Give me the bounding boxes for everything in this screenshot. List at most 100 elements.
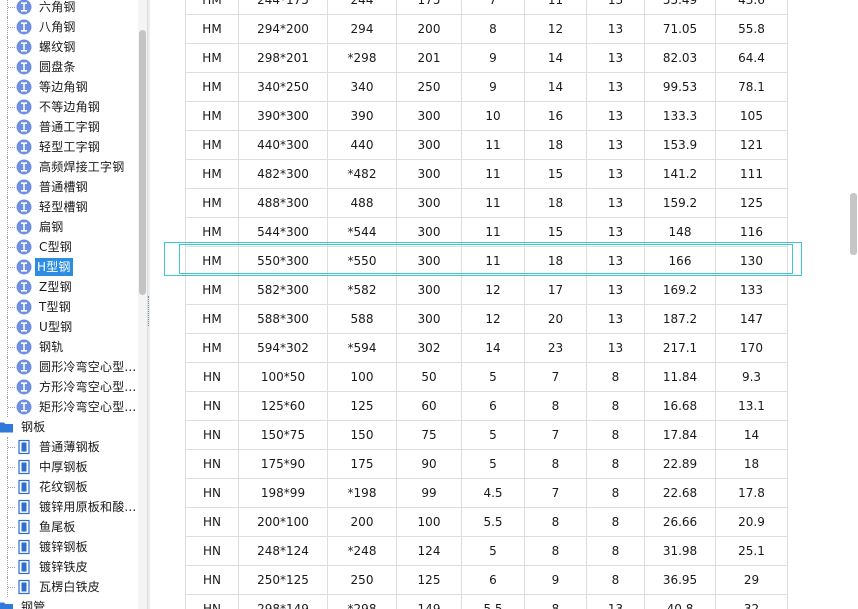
table-cell[interactable]: 175 bbox=[327, 449, 397, 479]
table-cell[interactable]: 55.8 bbox=[715, 14, 788, 44]
table-cell[interactable]: 18 bbox=[524, 130, 587, 160]
table-cell[interactable]: 147 bbox=[715, 304, 788, 334]
table-cell[interactable]: 75 bbox=[396, 420, 462, 450]
table-row[interactable]: HM 582*300 *582 300 12 17 13 169.2 133 bbox=[185, 275, 788, 305]
table-cell[interactable]: 340*250 bbox=[238, 72, 328, 102]
table-cell[interactable]: 13 bbox=[586, 159, 645, 189]
table-cell[interactable]: 8 bbox=[524, 449, 587, 479]
table-row[interactable]: HN 175*90 175 90 5 8 8 22.89 18 bbox=[185, 449, 788, 479]
table-cell[interactable]: 60 bbox=[396, 391, 462, 421]
tree-item[interactable]: H型钢 bbox=[0, 257, 138, 277]
table-cell[interactable]: HN bbox=[185, 536, 239, 566]
table-cell[interactable]: 582*300 bbox=[238, 275, 328, 305]
table-cell[interactable]: 8 bbox=[524, 594, 587, 609]
table-cell[interactable]: 148 bbox=[644, 217, 716, 247]
table-cell[interactable]: 8 bbox=[586, 565, 645, 595]
table-cell[interactable]: 440 bbox=[327, 130, 397, 160]
table-cell[interactable]: 78.1 bbox=[715, 72, 788, 102]
table-cell[interactable]: 8 bbox=[524, 391, 587, 421]
table-row[interactable]: HN 198*99 *198 99 4.5 7 8 22.68 17.8 bbox=[185, 478, 788, 508]
table-cell[interactable]: 17.84 bbox=[644, 420, 716, 450]
table-cell[interactable]: 11 bbox=[461, 130, 525, 160]
table-cell[interactable]: *298 bbox=[327, 43, 397, 73]
table-cell[interactable]: 141.2 bbox=[644, 159, 716, 189]
table-cell[interactable]: 5.5 bbox=[461, 594, 525, 609]
table-cell[interactable]: 300 bbox=[396, 101, 462, 131]
table-cell[interactable]: *594 bbox=[327, 333, 397, 363]
table-cell[interactable]: HN bbox=[185, 420, 239, 450]
table-cell[interactable]: 100*50 bbox=[238, 362, 328, 392]
table-cell[interactable]: HM bbox=[185, 304, 239, 334]
table-cell[interactable]: HM bbox=[185, 275, 239, 305]
table-row[interactable]: HN 250*125 250 125 6 9 8 36.95 29 bbox=[185, 565, 788, 595]
tree-item[interactable]: 八角钢 bbox=[0, 17, 138, 37]
table-cell[interactable]: 217.1 bbox=[644, 333, 716, 363]
table-cell[interactable]: 7 bbox=[524, 362, 587, 392]
table-cell[interactable]: 13 bbox=[586, 14, 645, 44]
table-cell[interactable]: 99.53 bbox=[644, 72, 716, 102]
table-scrollbar-thumb[interactable] bbox=[850, 193, 857, 255]
table-cell[interactable]: 8 bbox=[461, 14, 525, 44]
table-cell[interactable]: HN bbox=[185, 391, 239, 421]
table-cell[interactable]: 8 bbox=[586, 362, 645, 392]
table-cell[interactable]: 125 bbox=[327, 391, 397, 421]
table-cell[interactable]: HM bbox=[185, 14, 239, 44]
table-cell[interactable]: 40.8 bbox=[644, 594, 716, 609]
tree-item[interactable]: 方形冷弯空心型... bbox=[0, 377, 138, 397]
tree-item[interactable]: 普通薄钢板 bbox=[0, 437, 138, 457]
table-cell[interactable]: 13 bbox=[586, 188, 645, 218]
table-cell[interactable]: 130 bbox=[715, 246, 788, 276]
tree-item[interactable]: Z型钢 bbox=[0, 277, 138, 297]
table-row[interactable]: HN 150*75 150 75 5 7 8 17.84 14 bbox=[185, 420, 788, 450]
table-row[interactable]: HM 390*300 390 300 10 16 13 133.3 105 bbox=[185, 101, 788, 131]
table-cell[interactable]: 594*302 bbox=[238, 333, 328, 363]
table-cell[interactable]: 10 bbox=[461, 101, 525, 131]
table-cell[interactable]: 14 bbox=[715, 420, 788, 450]
tree-scrollbar-thumb[interactable] bbox=[139, 30, 146, 295]
table-cell[interactable]: 5 bbox=[461, 362, 525, 392]
table-cell[interactable]: 8 bbox=[586, 507, 645, 537]
table-cell[interactable]: 99 bbox=[396, 478, 462, 508]
table-cell[interactable]: *198 bbox=[327, 478, 397, 508]
table-cell[interactable]: HM bbox=[185, 333, 239, 363]
tree-item[interactable]: 瓦楞白铁皮 bbox=[0, 577, 138, 597]
table-cell[interactable]: 298*201 bbox=[238, 43, 328, 73]
table-row[interactable]: HM 594*302 *594 302 14 23 13 217.1 170 bbox=[185, 333, 788, 363]
table-cell[interactable]: 544*300 bbox=[238, 217, 328, 247]
table-cell[interactable]: 100 bbox=[327, 362, 397, 392]
table-cell[interactable]: *248 bbox=[327, 536, 397, 566]
table-cell[interactable]: 200 bbox=[396, 14, 462, 44]
table-cell[interactable]: 6 bbox=[461, 391, 525, 421]
table-cell[interactable]: 300 bbox=[396, 304, 462, 334]
table-cell[interactable]: *298 bbox=[327, 594, 397, 609]
table-cell[interactable]: HM bbox=[185, 0, 239, 15]
table-cell[interactable]: 8 bbox=[586, 391, 645, 421]
table-cell[interactable]: 13.1 bbox=[715, 391, 788, 421]
table-cell[interactable]: 390 bbox=[327, 101, 397, 131]
table-cell[interactable]: HN bbox=[185, 507, 239, 537]
table-cell[interactable]: 550*300 bbox=[238, 246, 328, 276]
table-cell[interactable]: 22.68 bbox=[644, 478, 716, 508]
table-row[interactable]: HN 248*124 *248 124 5 8 8 31.98 25.1 bbox=[185, 536, 788, 566]
table-cell[interactable]: 31.98 bbox=[644, 536, 716, 566]
tree-item[interactable]: 不等边角钢 bbox=[0, 97, 138, 117]
table-cell[interactable]: 169.2 bbox=[644, 275, 716, 305]
table-cell[interactable]: 125 bbox=[396, 565, 462, 595]
table-cell[interactable]: 488*300 bbox=[238, 188, 328, 218]
table-cell[interactable]: 82.03 bbox=[644, 43, 716, 73]
table-cell[interactable]: 7 bbox=[524, 478, 587, 508]
tree-scrollbar[interactable] bbox=[138, 0, 147, 609]
table-row[interactable]: HN 298*149 *298 149 5.5 8 13 40.8 32 bbox=[185, 594, 788, 609]
table-cell[interactable]: 36.95 bbox=[644, 565, 716, 595]
table-cell[interactable]: 300 bbox=[396, 159, 462, 189]
table-cell[interactable]: 198*99 bbox=[238, 478, 328, 508]
tree-item[interactable]: C型钢 bbox=[0, 237, 138, 257]
table-cell[interactable]: *582 bbox=[327, 275, 397, 305]
table-cell[interactable]: 298*149 bbox=[238, 594, 328, 609]
table-cell[interactable]: HM bbox=[185, 159, 239, 189]
table-cell[interactable]: 105 bbox=[715, 101, 788, 131]
table-cell[interactable]: 300 bbox=[396, 188, 462, 218]
table-cell[interactable]: 124 bbox=[396, 536, 462, 566]
table-cell[interactable]: 55.49 bbox=[644, 0, 716, 15]
table-cell[interactable]: 588 bbox=[327, 304, 397, 334]
